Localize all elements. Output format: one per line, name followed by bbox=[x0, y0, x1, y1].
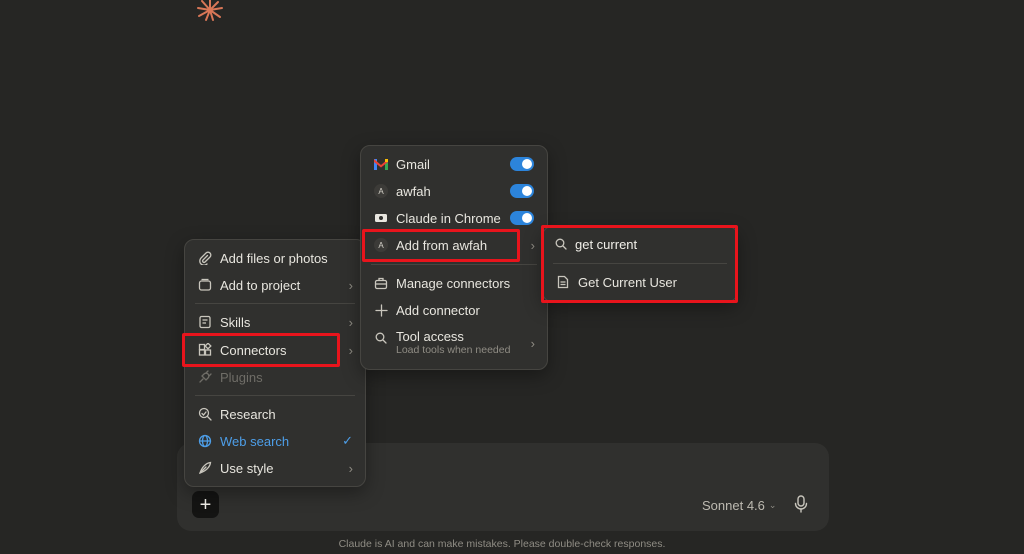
connector-claude-in-chrome[interactable]: Claude in Chrome bbox=[361, 205, 547, 231]
document-icon bbox=[555, 274, 571, 290]
plug-icon bbox=[197, 369, 213, 385]
connector-label: Gmail bbox=[396, 156, 430, 172]
tool-search-input[interactable] bbox=[575, 236, 715, 252]
skills-icon bbox=[197, 314, 213, 330]
menu-item-label: Use style bbox=[220, 460, 274, 476]
menu-item-label: Tool access bbox=[396, 329, 464, 344]
chevron-right-icon: › bbox=[348, 342, 353, 358]
microphone-icon[interactable] bbox=[793, 495, 809, 513]
connector-label: awfah bbox=[396, 183, 431, 199]
gmail-icon bbox=[373, 156, 389, 172]
model-name: Sonnet 4.6 bbox=[702, 497, 765, 513]
connector-awfah[interactable]: A awfah bbox=[361, 178, 547, 204]
checkmark-icon: ✓ bbox=[342, 433, 353, 448]
toolbox-icon bbox=[373, 275, 389, 291]
attach-menu: Add files or photos Add to project › Ski… bbox=[184, 239, 366, 487]
menu-item-research[interactable]: Research bbox=[185, 401, 365, 427]
chevron-right-icon: › bbox=[348, 460, 353, 476]
avatar-a-icon: A bbox=[373, 183, 389, 199]
connectors-menu: Gmail A awfah Claude in Chrome A Add fro… bbox=[360, 145, 548, 370]
menu-item-label: Manage connectors bbox=[396, 275, 511, 291]
tool-result-get-current-user[interactable]: Get Current User bbox=[543, 269, 737, 295]
menu-item-label: Add files or photos bbox=[220, 250, 328, 266]
add-content-button[interactable]: + bbox=[192, 491, 219, 518]
search-icon bbox=[555, 238, 567, 253]
menu-divider bbox=[371, 264, 537, 265]
gmail-toggle[interactable] bbox=[510, 157, 534, 171]
menu-item-label: Plugins bbox=[220, 369, 263, 385]
tool-result-label: Get Current User bbox=[578, 274, 677, 290]
menu-item-label: Research bbox=[220, 406, 276, 422]
menu-item-add-files[interactable]: Add files or photos bbox=[185, 245, 365, 271]
claude-in-chrome-toggle[interactable] bbox=[510, 211, 534, 225]
plus-icon bbox=[373, 302, 389, 318]
research-icon bbox=[197, 406, 213, 422]
chevron-down-icon: ⌄ bbox=[768, 499, 777, 510]
menu-item-sublabel: Load tools when needed bbox=[396, 344, 511, 356]
menu-item-label: Add to project bbox=[220, 277, 301, 293]
paperclip-icon bbox=[197, 250, 213, 266]
menu-item-label: Connectors bbox=[220, 342, 287, 358]
menu-item-manage-connectors[interactable]: Manage connectors bbox=[361, 270, 547, 296]
chrome-ext-icon bbox=[373, 210, 389, 226]
claude-logo-icon bbox=[197, 0, 223, 21]
connector-label: Claude in Chrome bbox=[396, 210, 501, 226]
menu-item-add-from-awfah[interactable]: A Add from awfah › bbox=[361, 232, 547, 258]
menu-item-web-search[interactable]: Web search ✓ bbox=[185, 428, 365, 454]
menu-item-add-to-project[interactable]: Add to project › bbox=[185, 272, 365, 298]
menu-item-skills[interactable]: Skills › bbox=[185, 309, 365, 335]
menu-item-label: Add connector bbox=[396, 302, 480, 318]
chevron-right-icon: › bbox=[348, 314, 353, 330]
chevron-right-icon: › bbox=[530, 237, 535, 253]
menu-item-label: Web search bbox=[220, 433, 290, 449]
awfah-toggle[interactable] bbox=[510, 184, 534, 198]
avatar-a-icon: A bbox=[373, 237, 389, 253]
menu-item-add-connector[interactable]: Add connector bbox=[361, 297, 547, 323]
disclaimer-text: Claude is AI and can make mistakes. Plea… bbox=[338, 538, 666, 550]
connector-gmail[interactable]: Gmail bbox=[361, 151, 547, 177]
search-icon bbox=[373, 330, 389, 346]
menu-item-connectors[interactable]: Connectors › bbox=[185, 337, 365, 363]
menu-divider bbox=[195, 395, 355, 396]
menu-item-tool-access[interactable]: Tool access Load tools when needed › bbox=[361, 328, 547, 360]
menu-item-plugins[interactable]: Plugins bbox=[185, 364, 365, 390]
folder-icon bbox=[197, 277, 213, 293]
connectors-icon bbox=[197, 342, 213, 358]
model-selector[interactable]: Sonnet 4.6 ⌄ bbox=[702, 496, 776, 514]
globe-icon bbox=[197, 433, 213, 449]
menu-item-label: Add from awfah bbox=[396, 237, 488, 253]
menu-divider bbox=[195, 303, 355, 304]
chevron-right-icon: › bbox=[348, 277, 353, 293]
menu-item-use-style[interactable]: Use style › bbox=[185, 455, 365, 481]
menu-divider bbox=[553, 263, 727, 264]
feather-icon bbox=[197, 460, 213, 476]
chevron-right-icon: › bbox=[530, 336, 535, 351]
menu-item-label: Skills bbox=[220, 314, 251, 330]
